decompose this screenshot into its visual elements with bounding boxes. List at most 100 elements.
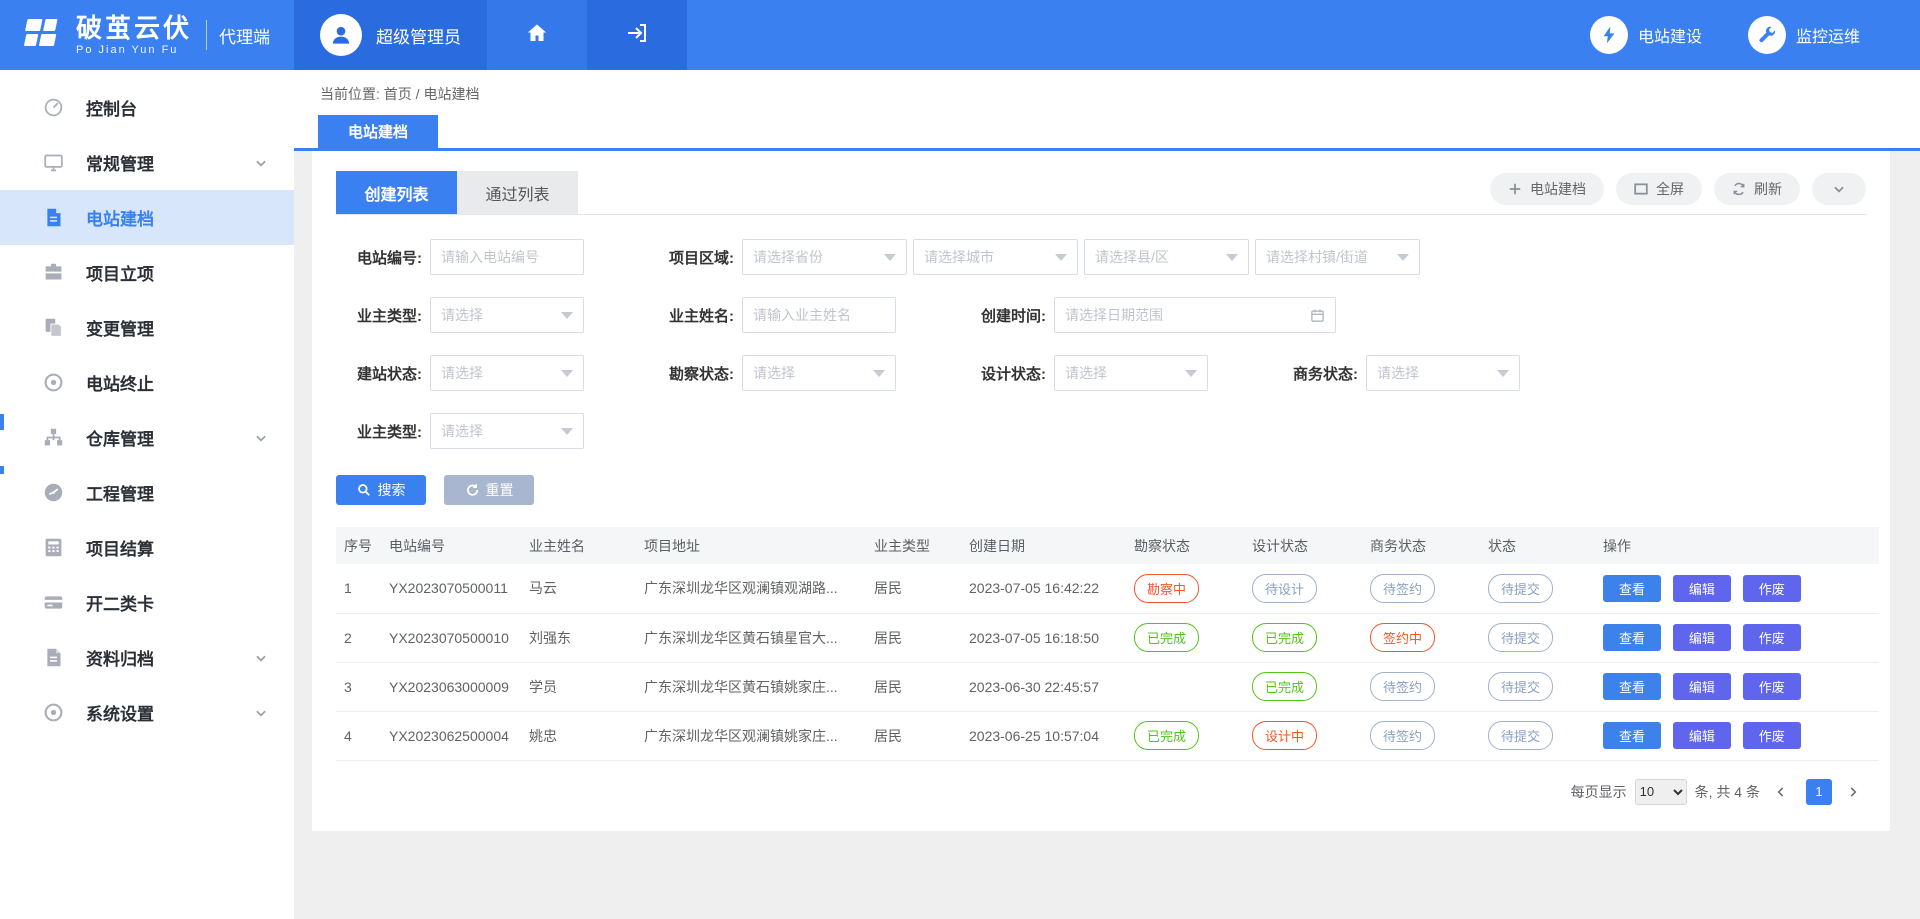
station-no-input[interactable] xyxy=(441,249,573,265)
void-button[interactable]: 作废 xyxy=(1743,673,1801,700)
plus-icon xyxy=(1508,182,1522,196)
build-status-label: 建站状态: xyxy=(336,363,422,384)
table-row: 3 YX2023063000009 学员 广东深圳龙华区黄石镇姚家庄... 居民… xyxy=(336,662,1879,711)
reset-button[interactable]: 重置 xyxy=(444,475,534,505)
status-badge: 已完成 xyxy=(1252,672,1317,701)
build-status-select[interactable]: 请选择 xyxy=(430,355,584,391)
edit-button[interactable]: 编辑 xyxy=(1673,575,1731,602)
province-select[interactable]: 请选择省份 xyxy=(742,239,907,275)
brand-area: 破茧云伏 Po Jian Yun Fu 代理端 xyxy=(0,0,294,70)
status-badge: 待提交 xyxy=(1488,574,1553,603)
survey-status-select[interactable]: 请选择 xyxy=(742,355,896,391)
owner-name-field xyxy=(742,297,896,333)
create-time-input[interactable] xyxy=(1065,307,1310,323)
records-table: 序号 电站编号 业主姓名 项目地址 业主类型 创建日期 勘察状态 设计状态 商务… xyxy=(336,527,1879,761)
create-time-field[interactable] xyxy=(1054,297,1336,333)
edit-button[interactable]: 编辑 xyxy=(1673,673,1731,700)
view-button[interactable]: 查看 xyxy=(1603,722,1661,749)
briefcase-icon xyxy=(42,262,64,284)
nav-station-build[interactable]: 电站建设 xyxy=(1590,16,1702,54)
business-status-select[interactable]: 请选择 xyxy=(1366,355,1520,391)
file-icon xyxy=(42,647,64,669)
brand-divider xyxy=(206,20,207,50)
per-page-select[interactable]: 10 xyxy=(1635,779,1687,805)
caret-down-icon xyxy=(1185,370,1197,377)
status-badge: 签约中 xyxy=(1370,623,1435,652)
tab-create-list[interactable]: 创建列表 xyxy=(336,171,457,214)
home-button[interactable] xyxy=(487,0,587,70)
sidebar-item-open-class2-card[interactable]: 开二类卡 xyxy=(0,575,294,630)
target-icon xyxy=(42,372,64,394)
sidebar-item-general-mgmt[interactable]: 常规管理 xyxy=(0,135,294,190)
search-button[interactable]: 搜索 xyxy=(336,475,426,505)
status-badge: 待签约 xyxy=(1370,574,1435,603)
prev-page-button[interactable] xyxy=(1768,785,1794,799)
view-button[interactable]: 查看 xyxy=(1603,575,1661,602)
status-badge: 待提交 xyxy=(1488,672,1553,701)
void-button[interactable]: 作废 xyxy=(1743,722,1801,749)
chevron-down-icon xyxy=(254,651,268,665)
edit-button[interactable]: 编辑 xyxy=(1673,624,1731,651)
sidebar-item-system-settings[interactable]: 系统设置 xyxy=(0,685,294,740)
caret-down-icon xyxy=(1397,254,1409,261)
edit-button[interactable]: 编辑 xyxy=(1673,722,1731,749)
dashboard-icon xyxy=(42,97,64,119)
create-station-button[interactable]: 电站建档 xyxy=(1490,173,1604,205)
copy-pages-icon xyxy=(42,317,64,339)
home-icon xyxy=(525,21,549,50)
table-row: 2 YX2023070500010 刘强东 广东深圳龙华区黄石镇星官大... 居… xyxy=(336,613,1879,662)
card-icon xyxy=(42,592,64,614)
town-select[interactable]: 请选择村镇/街道 xyxy=(1255,239,1420,275)
main-content: 当前位置: 首页 / 电站建档 电站建档 创建列表 通过列表 电站建档 全屏 xyxy=(294,70,1920,919)
owner-type2-select[interactable]: 请选择 xyxy=(430,413,584,449)
design-status-select[interactable]: 请选择 xyxy=(1054,355,1208,391)
view-button[interactable]: 查看 xyxy=(1603,624,1661,651)
design-status-label: 设计状态: xyxy=(960,363,1046,384)
owner-type2-label: 业主类型: xyxy=(336,421,422,442)
current-user[interactable]: 超级管理员 xyxy=(294,0,487,70)
status-badge: 待提交 xyxy=(1488,623,1553,652)
status-badge: 设计中 xyxy=(1252,721,1317,750)
status-badge: 已完成 xyxy=(1134,721,1199,750)
county-select[interactable]: 请选择县/区 xyxy=(1084,239,1249,275)
tab-passed-list[interactable]: 通过列表 xyxy=(457,171,578,214)
sitemap-icon xyxy=(42,427,64,449)
void-button[interactable]: 作废 xyxy=(1743,624,1801,651)
sidebar-item-station-archive[interactable]: 电站建档 xyxy=(0,190,294,245)
status-badge: 勘察中 xyxy=(1134,574,1199,603)
sidebar-item-engineering-mgmt[interactable]: 工程管理 xyxy=(0,465,294,520)
collapse-toolbar-button[interactable] xyxy=(1812,173,1866,205)
owner-type-label: 业主类型: xyxy=(336,305,422,326)
calendar-icon xyxy=(1310,308,1325,323)
brand-logo-icon xyxy=(20,17,64,54)
lightning-icon xyxy=(1590,16,1628,54)
nav-monitor-ops[interactable]: 监控运维 xyxy=(1748,16,1860,54)
caret-down-icon xyxy=(1055,254,1067,261)
logout-icon xyxy=(625,21,649,50)
refresh-button[interactable]: 刷新 xyxy=(1714,173,1800,205)
logout-button[interactable] xyxy=(587,0,687,70)
owner-type-select[interactable]: 请选择 xyxy=(430,297,584,333)
page-number-button[interactable]: 1 xyxy=(1806,779,1832,805)
owner-name-input[interactable] xyxy=(753,307,885,323)
settings-target-icon xyxy=(42,702,64,724)
breadcrumb: 当前位置: 首页 / 电站建档 xyxy=(294,70,1920,104)
sidebar-item-data-archive[interactable]: 资料归档 xyxy=(0,630,294,685)
sidebar-item-warehouse-mgmt[interactable]: 仓库管理 xyxy=(0,410,294,465)
next-page-button[interactable] xyxy=(1840,785,1866,799)
sidebar-item-station-terminate[interactable]: 电站终止 xyxy=(0,355,294,410)
sidebar-item-project-initiation[interactable]: 项目立项 xyxy=(0,245,294,300)
status-badge: 待签约 xyxy=(1370,721,1435,750)
fullscreen-button[interactable]: 全屏 xyxy=(1616,173,1702,205)
void-button[interactable]: 作废 xyxy=(1743,575,1801,602)
nav-monitor-ops-label: 监控运维 xyxy=(1796,23,1860,47)
table-header-row: 序号 电站编号 业主姓名 项目地址 业主类型 创建日期 勘察状态 设计状态 商务… xyxy=(336,527,1879,564)
sidebar-item-change-mgmt[interactable]: 变更管理 xyxy=(0,300,294,355)
city-select[interactable]: 请选择城市 xyxy=(913,239,1078,275)
status-badge: 已完成 xyxy=(1252,623,1317,652)
page-tab-station-archive[interactable]: 电站建档 xyxy=(318,115,438,148)
sidebar-item-console[interactable]: 控制台 xyxy=(0,80,294,135)
view-button[interactable]: 查看 xyxy=(1603,673,1661,700)
sidebar-item-project-settlement[interactable]: 项目结算 xyxy=(0,520,294,575)
create-time-label: 创建时间: xyxy=(960,305,1046,326)
